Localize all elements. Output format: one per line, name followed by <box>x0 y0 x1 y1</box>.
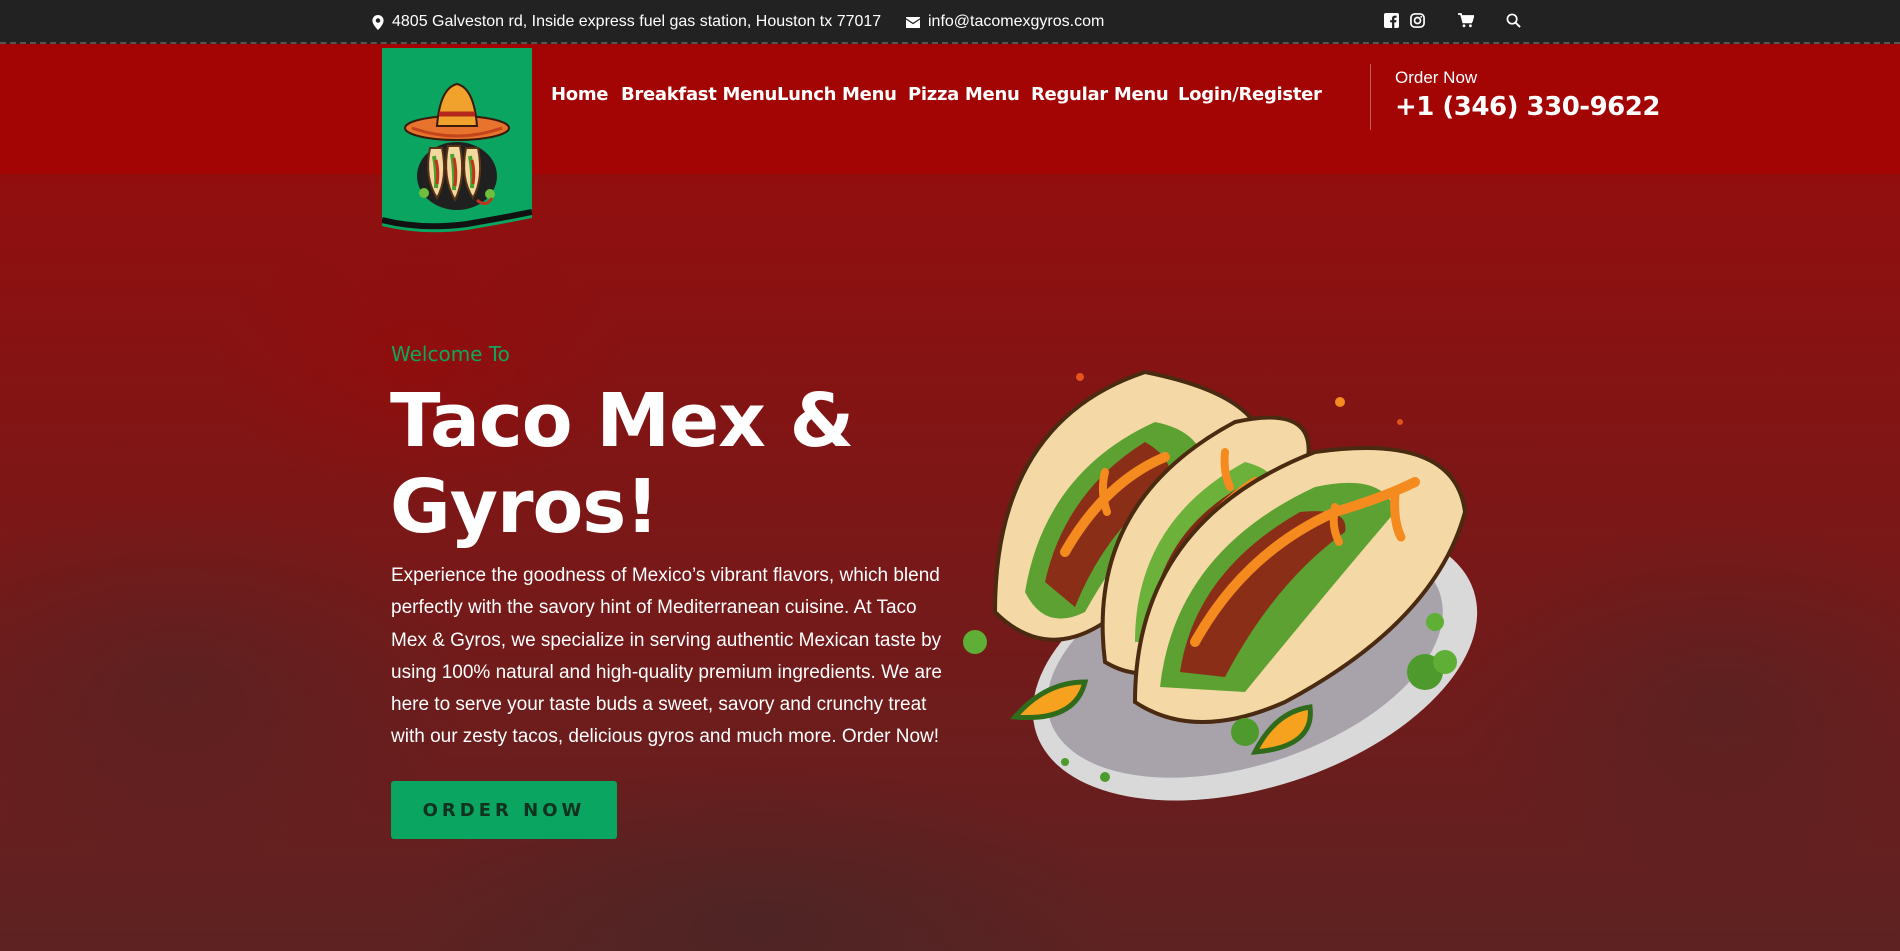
nav-breakfast-menu[interactable]: Breakfast Menu <box>621 84 777 105</box>
facebook-icon[interactable] <box>1384 13 1402 31</box>
header-wave-edge <box>0 140 1900 160</box>
email-info[interactable]: info@tacomexgyros.com <box>906 12 1104 32</box>
hero-title: Taco Mex & Gyros! <box>390 378 854 550</box>
nav-pizza-menu[interactable]: Pizza Menu <box>908 84 1020 105</box>
nav-regular-menu[interactable]: Regular Menu <box>1031 84 1169 105</box>
envelope-icon <box>906 16 920 28</box>
address-text: 4805 Galveston rd, Inside express fuel g… <box>392 13 882 30</box>
cart-icon[interactable] <box>1458 13 1476 31</box>
email-text[interactable]: info@tacomexgyros.com <box>928 13 1104 31</box>
top-info-bar: 4805 Galveston rd, Inside express fuel g… <box>0 0 1900 44</box>
welcome-text: Welcome To <box>391 342 510 366</box>
order-now-contact[interactable]: Order Now +1 (346) 330-9622 <box>1395 68 1660 122</box>
header-divider <box>1370 64 1371 130</box>
hero-background <box>0 160 1900 951</box>
map-pin-icon <box>372 14 384 30</box>
address-info: 4805 Galveston rd, Inside express fuel g… <box>372 12 881 32</box>
search-icon[interactable] <box>1506 13 1524 31</box>
nav-login-register[interactable]: Login/Register <box>1178 84 1322 105</box>
order-now-label: Order Now <box>1395 68 1478 87</box>
phone-number[interactable]: +1 (346) 330-9622 <box>1395 92 1660 122</box>
nav-home[interactable]: Home <box>551 84 609 105</box>
tacos-illustration <box>963 369 1478 801</box>
site-logo[interactable] <box>382 48 532 236</box>
order-now-button[interactable]: ORDER NOW <box>391 781 617 839</box>
instagram-icon[interactable] <box>1410 13 1428 31</box>
nav-lunch-menu[interactable]: Lunch Menu <box>777 84 897 105</box>
hero-description: Experience the goodness of Mexico’s vibr… <box>391 565 942 748</box>
